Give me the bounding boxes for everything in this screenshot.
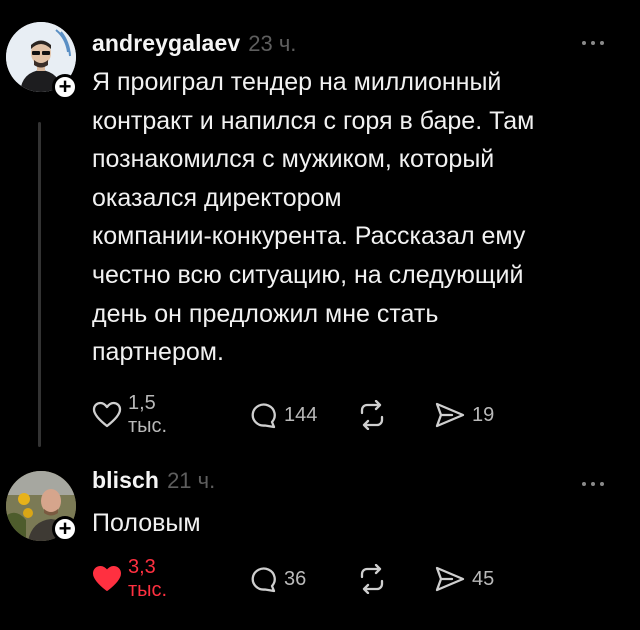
post-header: andreygalaev 23 ч. xyxy=(92,30,296,57)
like-count: 1,5 тыс. xyxy=(128,392,168,437)
repost-button[interactable] xyxy=(356,399,394,431)
like-button[interactable]: 3,3 тыс. xyxy=(92,556,167,601)
thread-line xyxy=(38,122,41,447)
share-icon xyxy=(434,565,466,593)
heart-icon xyxy=(92,401,122,429)
post: + blisch 21 ч. Половым 3,3 тыс. 36 45 xyxy=(0,455,640,630)
follow-plus-icon[interactable]: + xyxy=(52,74,78,100)
timestamp: 21 ч. xyxy=(167,468,216,493)
post-header: blisch 21 ч. xyxy=(92,467,215,494)
like-button[interactable]: 1,5 тыс. xyxy=(92,392,167,437)
username[interactable]: blisch xyxy=(92,467,159,494)
comment-button[interactable]: 36 xyxy=(248,563,306,595)
repost-icon xyxy=(356,564,388,594)
share-count: 45 xyxy=(472,567,495,590)
like-count: 3,3 тыс. xyxy=(128,556,168,601)
follow-plus-icon[interactable]: + xyxy=(52,516,78,542)
repost-icon xyxy=(356,400,388,430)
post-text: Половым xyxy=(92,509,201,537)
share-button[interactable]: 45 xyxy=(434,563,494,595)
more-icon[interactable] xyxy=(582,38,612,48)
share-icon xyxy=(434,401,466,429)
comment-count: 36 xyxy=(284,567,307,590)
comment-button[interactable]: 144 xyxy=(248,399,317,431)
repost-button[interactable] xyxy=(356,563,394,595)
heart-icon xyxy=(92,565,122,593)
more-icon[interactable] xyxy=(582,479,612,489)
timestamp: 23 ч. xyxy=(248,31,297,56)
post: + andreygalaev 23 ч. Я проиграл тендер н… xyxy=(0,0,640,455)
comment-icon xyxy=(248,565,278,593)
share-button[interactable]: 19 xyxy=(434,399,494,431)
username[interactable]: andreygalaev xyxy=(92,30,240,57)
comment-count: 144 xyxy=(284,403,318,426)
comment-icon xyxy=(248,401,278,429)
share-count: 19 xyxy=(472,403,495,426)
post-text: Я проиграл тендер на миллионный контракт… xyxy=(92,68,535,367)
